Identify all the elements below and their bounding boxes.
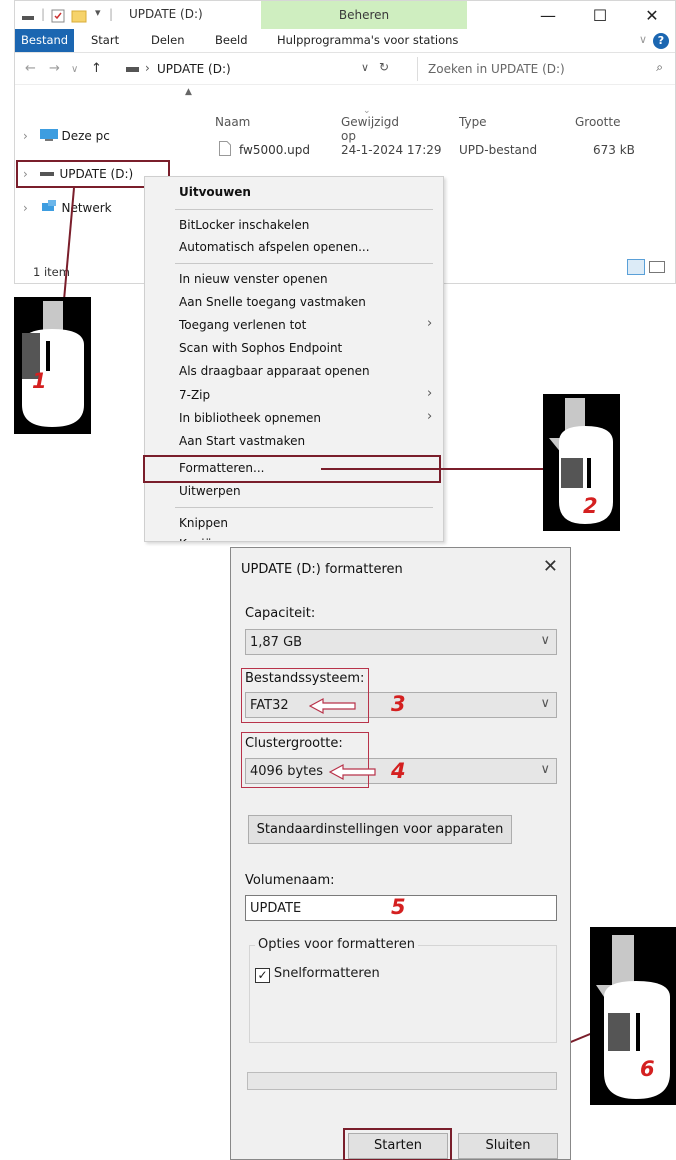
pointer-arrow-icon [309, 697, 356, 715]
format-dialog: UPDATE (D:) formatteren ✕ Capaciteit: 1,… [230, 547, 571, 1160]
step-number-3: 3 [391, 692, 406, 716]
chevron-down-icon: ∨ [540, 633, 550, 648]
close-button[interactable]: Sluiten [458, 1133, 558, 1159]
step-number-6: 6 [640, 1057, 655, 1081]
mouse-left-click-icon: 6 [590, 927, 676, 1105]
capacity-select[interactable]: 1,87 GB ∨ [245, 629, 557, 655]
volume-label: Volumenaam: [245, 873, 335, 888]
options-group-label: Opties voor formatteren [255, 937, 418, 952]
dialog-title: UPDATE (D:) formatteren [241, 562, 403, 577]
defaults-button[interactable]: Standaardinstellingen voor apparaten [248, 815, 512, 844]
checkbox-check-icon[interactable]: ✓ [255, 968, 270, 983]
mouse-left-click-icon: 2 [543, 394, 620, 531]
step-number-4: 4 [391, 759, 406, 783]
step-number-1: 1 [32, 369, 47, 393]
dialog-close-icon[interactable]: ✕ [543, 556, 558, 577]
connector-line-1 [63, 187, 75, 301]
format-options-group [249, 945, 557, 1043]
step-number-5: 5 [391, 895, 406, 919]
quick-format-label: Snelformatteren [273, 966, 380, 981]
chevron-down-icon: ∨ [540, 696, 550, 711]
mouse-left-click-icon: 1 [14, 297, 91, 434]
volume-value: UPDATE [250, 901, 302, 916]
pointer-arrow-icon [329, 763, 376, 781]
capacity-value: 1,87 GB [250, 635, 303, 650]
quick-format-checkbox[interactable]: ✓ Snelformatteren [255, 966, 380, 984]
highlight-box-start [343, 1128, 452, 1160]
progress-bar [247, 1072, 557, 1090]
chevron-down-icon: ∨ [540, 762, 550, 777]
step-number-2: 2 [583, 494, 598, 518]
capacity-label: Capaciteit: [245, 606, 316, 621]
